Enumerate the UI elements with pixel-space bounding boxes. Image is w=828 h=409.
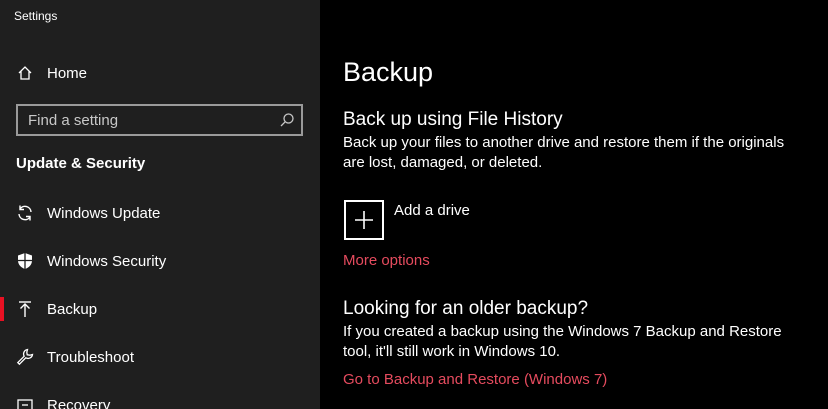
home-icon — [16, 64, 34, 82]
older-backup-description-line2: tool, it'll still work in Windows 10. — [343, 343, 561, 360]
search-input[interactable] — [18, 106, 268, 134]
backup-and-restore-link[interactable]: Go to Backup and Restore (Windows 7) — [343, 371, 607, 388]
file-history-description-line2: are lost, damaged, or deleted. — [343, 154, 543, 171]
more-options-link[interactable]: More options — [343, 252, 430, 269]
plus-icon — [344, 200, 384, 240]
file-history-heading: Back up using File History — [343, 109, 563, 130]
sidebar-item-label: Recovery — [47, 396, 111, 409]
older-backup-heading: Looking for an older backup? — [343, 298, 589, 319]
sidebar-item-label: Home — [47, 64, 88, 82]
file-history-description-line1: Back up your files to another drive and … — [343, 134, 785, 151]
recovery-icon — [16, 396, 34, 409]
selected-indicator — [0, 297, 4, 321]
add-drive-label: Add a drive — [394, 202, 470, 219]
search-icon[interactable] — [279, 112, 295, 128]
refresh-icon — [16, 204, 34, 222]
sidebar-item-label: Troubleshoot — [47, 348, 134, 366]
main-content: Backup Back up using File History Back u… — [320, 0, 828, 409]
sidebar-item-label: Backup — [47, 300, 98, 318]
older-backup-description-line1: If you created a backup using the Window… — [343, 323, 782, 340]
sidebar-item-windows-security[interactable]: Windows Security — [0, 241, 320, 281]
shield-icon — [16, 252, 34, 270]
sidebar-item-label: Windows Security — [47, 252, 167, 270]
app-title: Settings — [14, 9, 58, 23]
sidebar: Settings Home Update & Security Windows … — [0, 0, 320, 409]
wrench-icon — [16, 348, 34, 366]
section-header: Update & Security — [16, 155, 146, 172]
page-title: Backup — [343, 57, 434, 87]
sidebar-item-recovery[interactable]: Recovery — [0, 385, 320, 409]
sidebar-item-windows-update[interactable]: Windows Update — [0, 193, 320, 233]
search-box[interactable] — [16, 104, 303, 136]
sidebar-item-label: Windows Update — [47, 204, 161, 222]
sidebar-item-backup[interactable]: Backup — [0, 289, 320, 329]
upload-arrow-icon — [16, 300, 34, 318]
sidebar-item-troubleshoot[interactable]: Troubleshoot — [0, 337, 320, 377]
sidebar-item-home[interactable]: Home — [0, 53, 320, 93]
add-drive-button[interactable]: Add a drive — [344, 200, 470, 240]
